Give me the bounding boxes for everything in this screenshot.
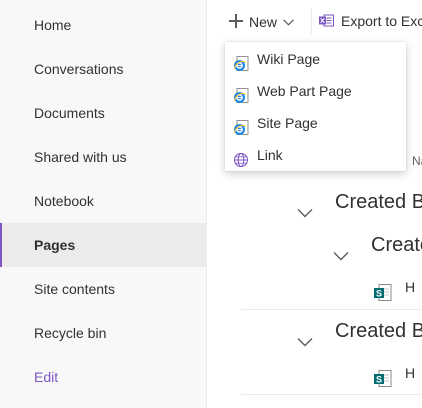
chevron-down-icon[interactable] — [333, 238, 349, 261]
new-dropdown-menu: Wiki Page Web Part Page Site Page Link — [225, 42, 406, 171]
menu-item-link[interactable]: Link — [225, 139, 406, 171]
plus-icon — [229, 14, 243, 28]
nav-item-recycle-bin[interactable]: Recycle bin — [0, 311, 207, 355]
list-item[interactable]: SH — [373, 353, 415, 393]
group-header-label: Created B — [335, 191, 422, 213]
nav-item-home[interactable]: Home — [0, 3, 207, 47]
new-button-label: New — [249, 14, 278, 30]
chevron-down-icon — [283, 6, 294, 36]
menu-item-label: Wiki Page — [257, 51, 321, 67]
subgroup-header-label: Create — [371, 234, 422, 256]
group-header[interactable]: Created B — [297, 182, 422, 222]
menu-item-label: Web Part Page — [257, 83, 352, 99]
list-item-label: H — [405, 365, 416, 381]
nav-item-site-contents[interactable]: Site contents — [0, 267, 207, 311]
nav-item-documents[interactable]: Documents — [0, 91, 207, 135]
chevron-down-icon[interactable] — [297, 195, 313, 218]
command-bar: New Export to Exc — [207, 0, 422, 42]
svg-text:S: S — [376, 289, 382, 299]
menu-item-web-part-page[interactable]: Web Part Page — [225, 75, 406, 107]
globe-link-icon — [233, 147, 249, 167]
group-header-label: Created B — [335, 320, 422, 342]
menu-item-label: Link — [257, 147, 283, 163]
left-navigation: Home Conversations Documents Shared with… — [0, 0, 207, 408]
export-to-excel-label: Export to Exc — [341, 13, 422, 29]
command-separator — [311, 8, 312, 34]
row-divider — [241, 309, 422, 310]
group-header[interactable]: Created B — [297, 311, 422, 351]
ie-page-icon — [233, 83, 249, 103]
nav-item-pages[interactable]: Pages — [0, 223, 207, 267]
export-to-excel-button[interactable]: Export to Exc — [319, 6, 422, 36]
nav-edit-link[interactable]: Edit — [0, 355, 207, 399]
menu-item-site-page[interactable]: Site Page — [225, 107, 406, 139]
nav-item-notebook[interactable]: Notebook — [0, 179, 207, 223]
svg-text:S: S — [376, 375, 382, 385]
menu-item-wiki-page[interactable]: Wiki Page — [225, 43, 406, 75]
sharepoint-page-icon: S — [373, 364, 393, 388]
sharepoint-pages-view: Home Conversations Documents Shared with… — [0, 0, 422, 408]
sharepoint-page-icon: S — [373, 278, 393, 302]
column-header-name[interactable]: Na — [412, 154, 422, 168]
chevron-down-icon[interactable] — [297, 324, 313, 347]
subgroup-header[interactable]: Create — [333, 225, 422, 265]
list-item[interactable]: SH — [373, 267, 415, 307]
new-button[interactable]: New — [229, 6, 294, 36]
ie-page-icon — [233, 115, 249, 135]
menu-item-label: Site Page — [257, 115, 318, 131]
nav-item-conversations[interactable]: Conversations — [0, 47, 207, 91]
nav-item-shared-with-us[interactable]: Shared with us — [0, 135, 207, 179]
list-item-label: H — [405, 279, 416, 295]
excel-export-icon — [319, 7, 334, 27]
row-divider — [241, 394, 422, 395]
ie-page-icon — [233, 51, 249, 71]
